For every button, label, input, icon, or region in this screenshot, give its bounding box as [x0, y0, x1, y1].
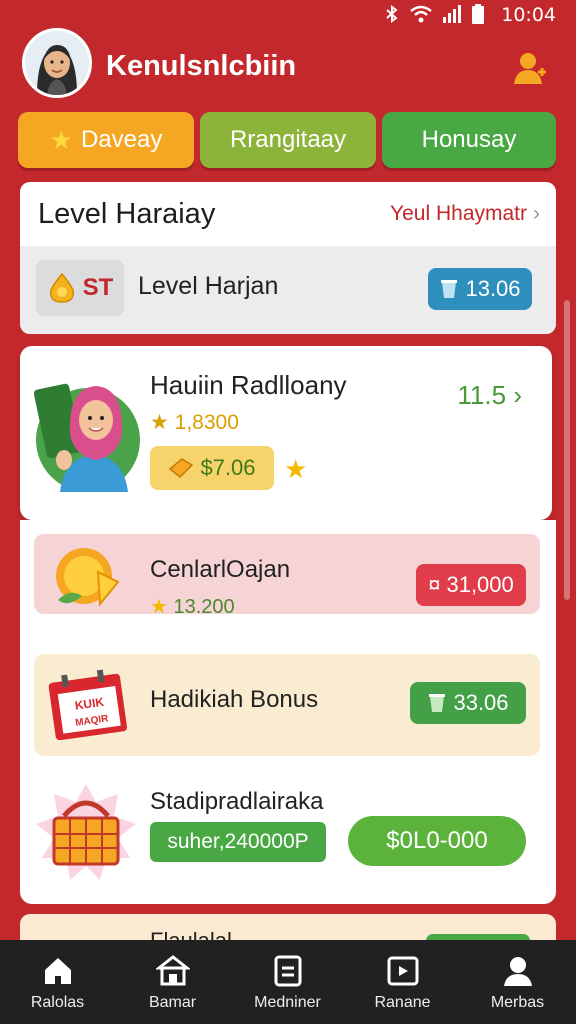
level-card-title: Level Haraiay [38, 198, 216, 230]
nav-item-document[interactable]: Medniner [230, 940, 345, 1024]
level-row[interactable]: ST Level Harjan 13.06 [20, 246, 556, 334]
featured-illustration [33, 364, 148, 492]
list-item[interactable]: Stadipradlairaka suher,240000P $0L0-000 [34, 774, 540, 898]
bottom-nav: Ralolas Bamar Medniner Ranane Merbas [0, 940, 576, 1024]
tab-label: Honusay [421, 126, 517, 153]
store-icon [156, 955, 190, 986]
cup-icon [429, 694, 446, 712]
featured-price-badge[interactable]: $7.06 [150, 446, 274, 490]
profile-icon [504, 957, 532, 986]
item-name: Hadikiah Bonus [150, 686, 319, 713]
coin-illustration [48, 542, 124, 612]
status-time: 10:04 [501, 4, 556, 26]
tab-bar: ★ Daveay Rrangitaay Honusay [18, 112, 556, 168]
item-value: 31,000 [446, 572, 514, 597]
nav-label: Bamar [148, 994, 197, 1011]
app-header: Kenulsnlcbiin [0, 28, 576, 108]
level-badge-text: ST [82, 274, 114, 301]
nav-item-home[interactable]: Ralolas [0, 940, 115, 1024]
featured-card[interactable]: Hauiin Radlloany ★ 1,8300 $7.06 ★ 11.5 › [20, 346, 552, 520]
item-pill: suher,240000P [150, 822, 326, 862]
level-badge: ST [36, 260, 124, 316]
ticket-icon [169, 458, 194, 479]
star-icon: ★ [150, 596, 168, 618]
document-icon [274, 955, 302, 987]
star-icon: ★ [284, 454, 308, 484]
featured-price: $7.06 [200, 455, 256, 480]
chevron-right-icon: › [513, 380, 522, 410]
item-points: ★ 13.200 [150, 594, 235, 619]
status-bar: 10:04 [0, 0, 576, 28]
basket-illustration [34, 780, 138, 888]
coin-bag-icon [49, 272, 74, 303]
level-value-badge: 13.06 [428, 268, 532, 310]
claim-button[interactable]: $0L0-000 [348, 816, 526, 866]
wifi-icon [410, 5, 432, 29]
item-name: CenlarlOajan [150, 556, 291, 583]
tab-ranking[interactable]: Rrangitaay [200, 112, 376, 168]
level-card: Level Haraiay Yeul Hhaymatr › ST Level Ha… [20, 182, 556, 334]
signal-icon [442, 5, 462, 29]
level-row-label: Level Harjan [138, 272, 279, 300]
featured-points-value: 1,8300 [174, 411, 239, 434]
star-icon: ★ [150, 411, 169, 434]
item-value-badge[interactable]: ¤ 31,000 [416, 564, 526, 606]
item-name: Stadipradlairaka [150, 788, 324, 815]
username: Kenulsnlcbiin [106, 50, 297, 82]
avatar[interactable] [22, 28, 92, 98]
nav-label: Ranane [374, 994, 431, 1011]
scrollbar[interactable] [564, 300, 570, 600]
list-item[interactable]: KUIK MAQIR Hadikiah Bonus 33.06 [34, 654, 540, 756]
home-icon [45, 958, 71, 984]
nav-item-store[interactable]: Bamar [115, 940, 230, 1024]
bluetooth-icon [384, 5, 400, 29]
tab-bonus[interactable]: Honusay [382, 112, 556, 168]
list-item[interactable]: CenlarlOajan ★ 13.200 ¤ 31,000 [34, 534, 540, 618]
level-card-link[interactable]: Yeul Hhaymatr › [390, 202, 540, 226]
reward-list: CenlarlOajan ★ 13.200 ¤ 31,000 KUIK MAQIR… [20, 520, 556, 904]
currency-icon: ¤ [428, 572, 441, 597]
image-icon [387, 956, 419, 986]
nav-label: Merbas [490, 994, 545, 1011]
featured-points: ★ 1,8300 [150, 410, 239, 435]
nav-label: Ralolas [30, 994, 85, 1011]
nav-item-image[interactable]: Ranane [345, 940, 460, 1024]
status-icons [384, 4, 484, 30]
star-icon: ★ [49, 124, 73, 155]
level-value: 13.06 [465, 276, 521, 301]
item-value: 33.06 [453, 690, 509, 715]
cup-icon [441, 280, 458, 298]
nav-item-profile[interactable]: Merbas [460, 940, 575, 1024]
tab-daily[interactable]: ★ Daveay [18, 112, 194, 168]
featured-score-value: 11.5 [457, 380, 507, 410]
item-points-value: 13.200 [173, 596, 235, 618]
featured-name: Hauiin Radlloany [150, 370, 347, 400]
battery-icon [472, 4, 484, 30]
user-icon [514, 53, 546, 84]
profile-button[interactable] [510, 48, 550, 88]
nav-label: Medniner [254, 994, 321, 1011]
calendar-illustration: KUIK MAQIR [48, 668, 128, 741]
item-value-badge[interactable]: 33.06 [410, 682, 526, 724]
tab-label: Daveay [80, 126, 163, 153]
tab-label: Rrangitaay [229, 126, 347, 153]
chevron-right-icon: › [533, 202, 540, 225]
level-link-label: Yeul Hhaymatr [390, 202, 527, 225]
featured-score[interactable]: 11.5 › [457, 380, 522, 411]
